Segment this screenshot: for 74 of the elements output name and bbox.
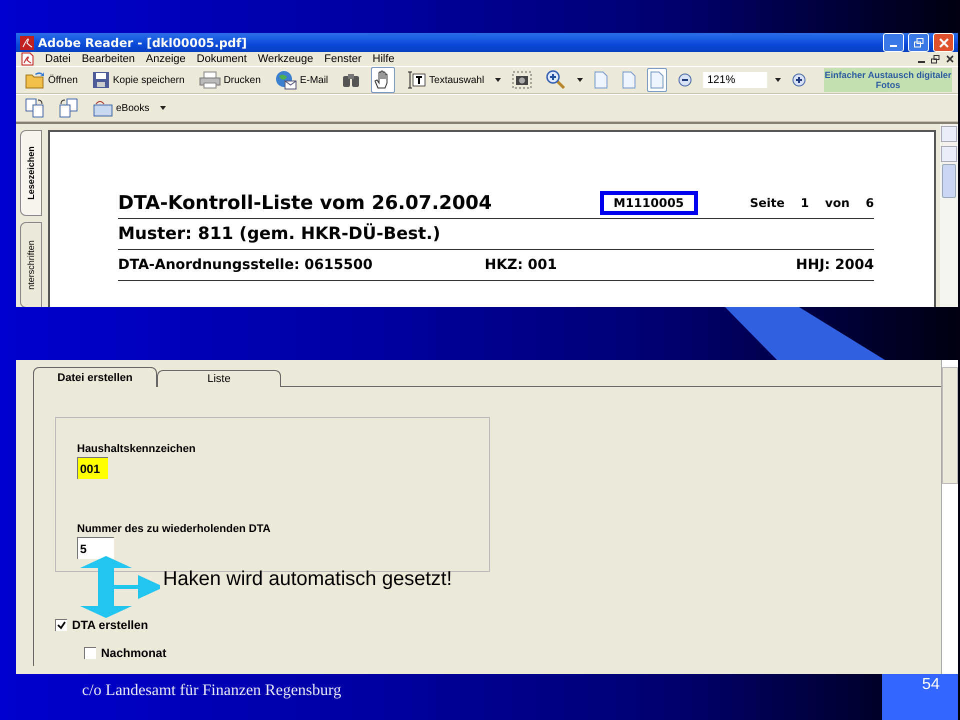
document-title: DTA-Kontroll-Liste vom 26.07.2004 [118, 192, 493, 214]
text-cursor-icon [406, 70, 426, 90]
checkbox-label: Nachmonat [101, 646, 166, 660]
checkbox[interactable] [55, 619, 67, 631]
caret-icon [775, 78, 782, 82]
menu-item[interactable]: Bearbeiten [82, 53, 135, 65]
slide-number: 54 [922, 676, 940, 694]
pages-arrow-icon [25, 98, 45, 118]
annotation-text: Haken wird automatisch gesetzt! [163, 568, 452, 591]
menu-item[interactable]: Dokument [196, 53, 247, 65]
printer-icon [198, 71, 221, 89]
toolbar-button[interactable]: Drucken [196, 68, 264, 92]
input-field[interactable]: 001 [77, 457, 108, 479]
menu-item[interactable]: Hilfe [372, 53, 395, 65]
pages-arrow-icon [59, 98, 79, 118]
folder-icon [25, 71, 45, 89]
page-label: Seite [750, 196, 785, 210]
menu-item[interactable]: Datei [45, 53, 71, 65]
close-button[interactable] [933, 33, 954, 52]
document-code: M1110005 [600, 191, 698, 215]
zoom-in-icon [792, 73, 806, 87]
promo-banner[interactable]: Einfacher Austausch digitaler Fotos [824, 68, 952, 92]
tab[interactable]: Liste [157, 370, 281, 387]
checkbox[interactable] [84, 647, 96, 659]
minimize-icon[interactable] [918, 60, 925, 62]
minimize-button[interactable] [883, 33, 904, 52]
caret-icon [577, 78, 584, 82]
page-of-label: von [825, 196, 850, 210]
page-icon [622, 71, 636, 89]
camera-icon [512, 71, 532, 89]
restore-icon[interactable] [931, 54, 940, 64]
scrollbar[interactable] [940, 124, 958, 307]
page-number: 1 [800, 196, 810, 210]
document-field: HHJ: 2004 [796, 257, 874, 273]
document-field: DTA-Anordnungsstelle: 0615500 [118, 257, 373, 273]
page-count: 6 [866, 196, 874, 210]
field-label: Nummer des zu wiederholenden DTA [77, 523, 272, 535]
toolbar-button[interactable]: eBooks [90, 96, 152, 120]
menu-item[interactable]: Werkzeuge [258, 53, 314, 65]
restore-button[interactable] [908, 33, 929, 52]
binoculars-icon [342, 72, 360, 88]
checkbox-label: DTA erstellen [72, 618, 148, 632]
close-icon [938, 38, 948, 48]
zoom-field[interactable]: 121% [703, 72, 768, 88]
page-icon [650, 71, 664, 89]
minimize-icon [890, 44, 897, 46]
menu-item[interactable]: Anzeige [146, 53, 186, 65]
magnifier-icon [546, 70, 566, 90]
caret-icon [160, 106, 166, 110]
side-tab[interactable]: nterschriften [20, 222, 42, 307]
toolbar-button[interactable]: Kopie speichern [88, 68, 188, 92]
toolbar-button[interactable] [371, 67, 396, 93]
floppy-icon [92, 71, 110, 89]
pdf-icon [20, 36, 34, 50]
side-tab[interactable]: Lesezeichen [20, 130, 42, 216]
page-icon [594, 71, 608, 89]
input-field[interactable]: 5 [77, 537, 114, 559]
window-title: Adobe Reader - [dkl00005.pdf] [38, 36, 248, 50]
document-subtitle: Muster: 811 (gem. HKR-DÜ-Best.) [118, 224, 440, 244]
footer-text: c/o Landesamt für Finanzen Regensburg [82, 682, 342, 700]
ebook-icon [93, 99, 113, 117]
restore-icon [914, 38, 924, 48]
menu-item[interactable]: Fenster [324, 53, 362, 65]
caret-icon [495, 78, 502, 82]
toolbar-button[interactable]: Textauswahl [403, 67, 488, 93]
globe-mail-icon [274, 70, 297, 90]
toolbar-button[interactable]: Öffnen [22, 68, 81, 92]
close-icon[interactable] [946, 54, 954, 62]
scrollbar[interactable] [941, 360, 958, 674]
field-label: Haushaltskennzeichen [77, 443, 197, 455]
document-field: HKZ: 001 [484, 257, 796, 273]
zoom-out-icon [678, 73, 692, 87]
tab[interactable]: Datei erstellen [33, 367, 157, 387]
toolbar-button[interactable]: E-Mail [272, 67, 332, 93]
